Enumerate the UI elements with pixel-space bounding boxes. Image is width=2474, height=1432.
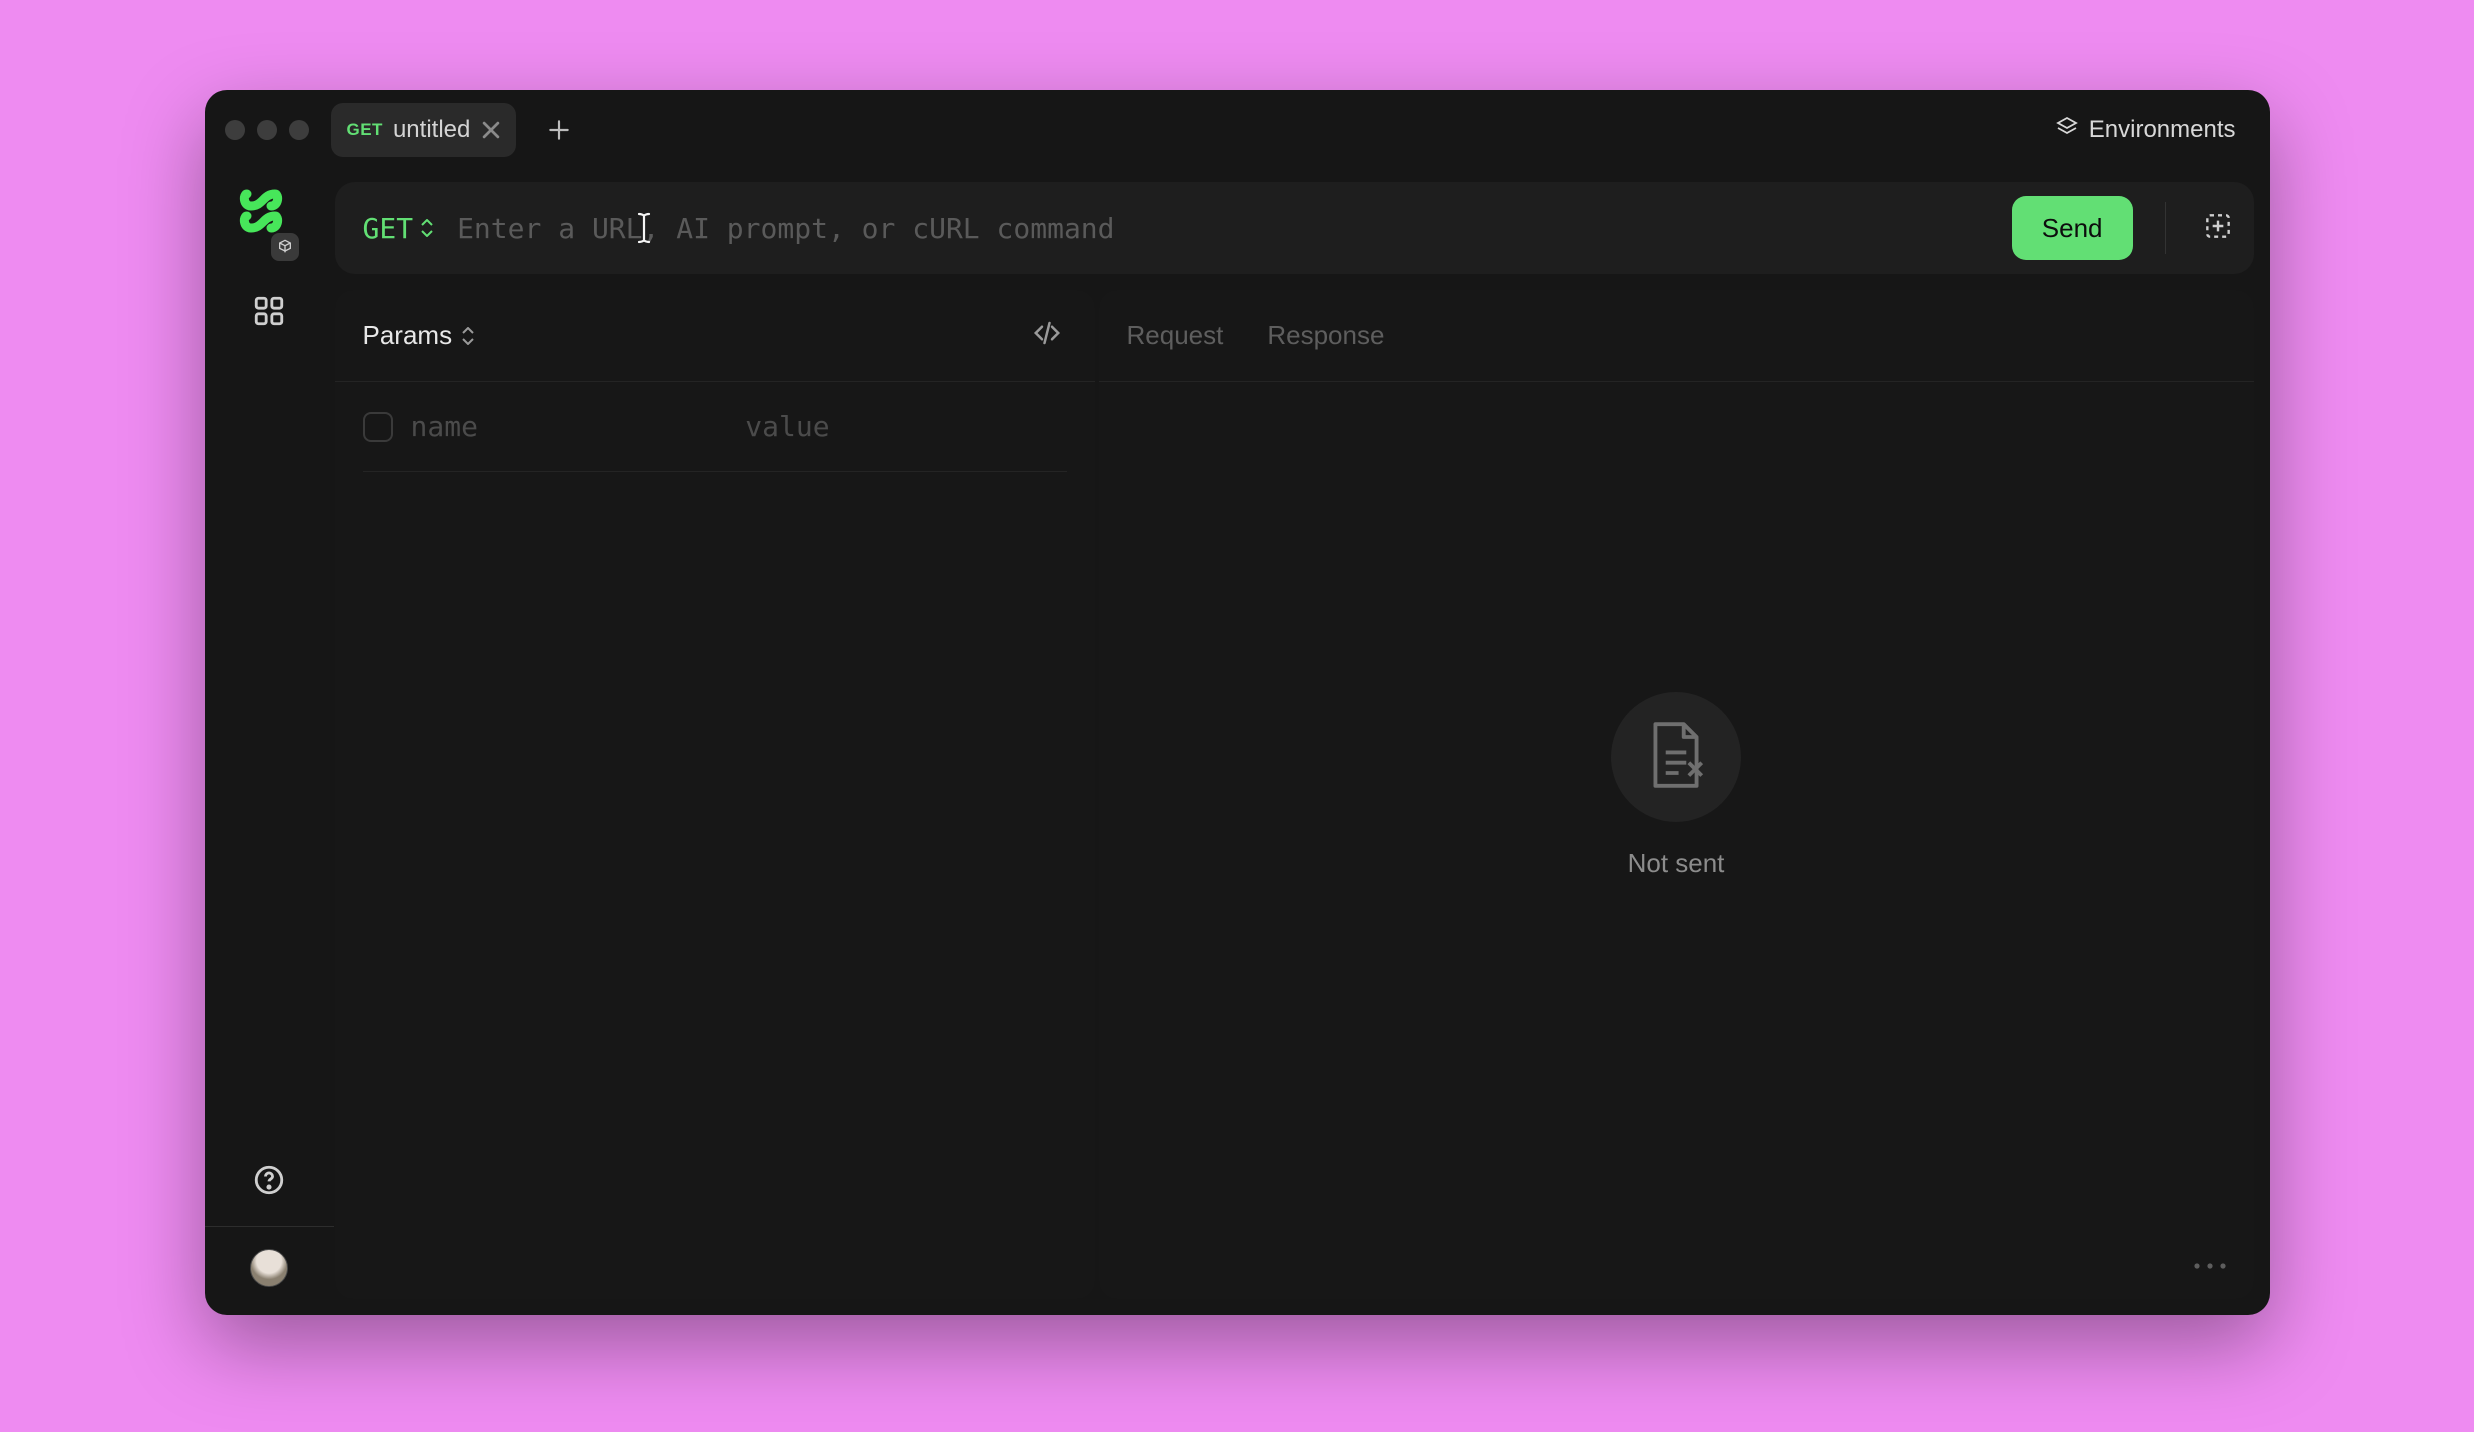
environments-button[interactable]: Environments xyxy=(2041,107,2250,154)
divider xyxy=(2165,202,2166,254)
empty-state: Not sent xyxy=(1099,272,2254,1299)
param-row xyxy=(363,382,1067,472)
close-tab-icon[interactable] xyxy=(480,119,502,141)
help-button[interactable] xyxy=(245,1158,293,1206)
collections-button[interactable] xyxy=(245,289,293,337)
http-method-select[interactable]: GET xyxy=(363,212,440,245)
response-panel: Request Response Not sent xyxy=(1099,290,2254,1299)
url-bar: GET Send xyxy=(335,182,2254,274)
help-icon xyxy=(252,1163,286,1202)
request-tab[interactable]: GET untitled xyxy=(331,103,517,157)
layers-icon xyxy=(2055,115,2079,146)
param-enabled-checkbox[interactable] xyxy=(363,412,393,442)
request-section-dropdown[interactable]: Params xyxy=(363,320,475,351)
http-method-label: GET xyxy=(363,212,414,245)
save-icon xyxy=(2202,210,2234,247)
send-button[interactable]: Send xyxy=(2012,196,2133,260)
panel-header: Params xyxy=(335,290,1095,382)
code-view-button[interactable] xyxy=(1027,316,1067,356)
select-chevron-icon xyxy=(421,219,433,237)
window-controls xyxy=(225,120,309,140)
app-window: GET untitled Environments xyxy=(205,90,2270,1315)
grid-icon xyxy=(252,294,286,333)
main-column: GET Send xyxy=(335,170,2270,1315)
tab-method-badge: GET xyxy=(347,120,383,140)
app-logo xyxy=(239,188,299,261)
titlebar: GET untitled Environments xyxy=(205,90,2270,170)
body: GET Send xyxy=(205,170,2270,1315)
select-chevron-icon xyxy=(462,327,474,345)
empty-state-icon-container xyxy=(1611,692,1741,822)
code-icon xyxy=(1032,318,1062,353)
dropdown-label: Params xyxy=(363,320,453,351)
document-icon xyxy=(1645,719,1707,796)
close-window-icon[interactable] xyxy=(225,120,245,140)
save-request-button[interactable] xyxy=(2194,204,2242,252)
divider xyxy=(205,1226,334,1227)
param-name-input[interactable] xyxy=(411,410,728,443)
param-value-input[interactable] xyxy=(745,410,1062,443)
minimize-window-icon[interactable] xyxy=(257,120,277,140)
environments-label: Environments xyxy=(2089,116,2236,144)
user-avatar[interactable] xyxy=(250,1249,288,1287)
more-options-button[interactable] xyxy=(2188,1253,2232,1281)
more-horizontal-icon xyxy=(2192,1258,2228,1276)
tab-title: untitled xyxy=(393,116,470,144)
url-input[interactable] xyxy=(457,212,1994,245)
workspace-badge-icon[interactable] xyxy=(271,233,299,261)
maximize-window-icon[interactable] xyxy=(289,120,309,140)
panels: Params xyxy=(335,290,2254,1299)
empty-state-message: Not sent xyxy=(1628,848,1725,879)
request-editor-panel: Params xyxy=(335,290,1095,1299)
add-tab-button[interactable] xyxy=(532,103,586,157)
sidebar xyxy=(205,170,335,1315)
